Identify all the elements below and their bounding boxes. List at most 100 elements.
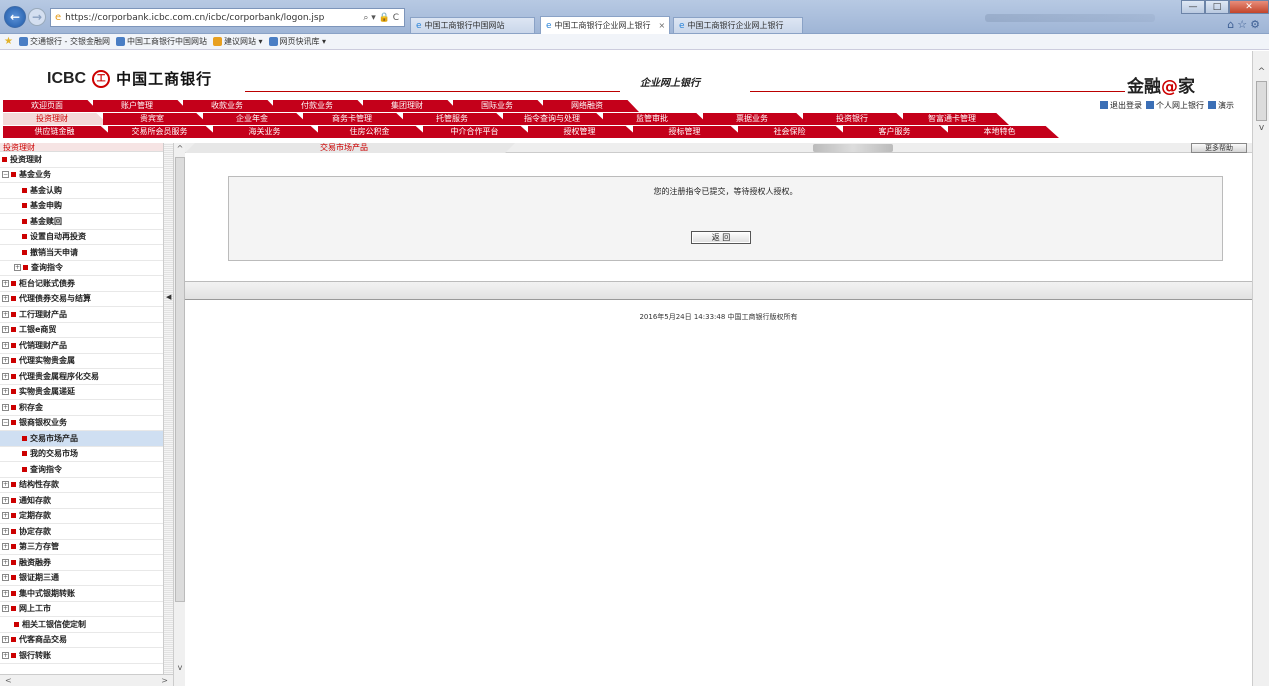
- maximize-button[interactable]: □: [1205, 0, 1229, 14]
- menu-item[interactable]: 账户管理: [93, 100, 189, 112]
- menu-item[interactable]: 监管审批: [603, 113, 709, 125]
- sidebar-item[interactable]: + 融资融券: [0, 555, 172, 571]
- expand-icon[interactable]: +: [2, 326, 9, 334]
- sidebar-item[interactable]: + 集中式银期转账: [0, 586, 172, 602]
- favorites-star-icon[interactable]: ★: [4, 36, 13, 47]
- menu-item[interactable]: 收款业务: [183, 100, 279, 112]
- sidebar-item[interactable]: + 柜台记账式债券: [0, 276, 172, 292]
- menu-item-active[interactable]: 投资理财: [3, 113, 109, 125]
- sidebar-item[interactable]: + 工行理财产品: [0, 307, 172, 323]
- menu-item[interactable]: 指令查询与处理: [503, 113, 609, 125]
- expand-icon[interactable]: +: [2, 341, 9, 349]
- menu-item[interactable]: 集团理财: [363, 100, 459, 112]
- sidebar-item[interactable]: + 代销理财产品: [0, 338, 172, 354]
- sidebar-item[interactable]: + 代客商品交易: [0, 633, 172, 648]
- close-window-button[interactable]: ✕: [1229, 0, 1269, 14]
- menu-item[interactable]: 智富通卡管理: [903, 113, 1009, 125]
- menu-item[interactable]: 网络融资: [543, 100, 639, 112]
- sidebar-item[interactable]: + 协定存款: [0, 524, 172, 540]
- menu-item[interactable]: 客户服务: [843, 126, 954, 138]
- menu-item[interactable]: 欢迎页面: [3, 100, 99, 112]
- sidebar-item[interactable]: + 实物贵金属递延: [0, 385, 172, 400]
- expand-icon[interactable]: +: [2, 388, 9, 396]
- menu-item[interactable]: 中介合作平台: [423, 126, 534, 138]
- sidebar-item[interactable]: + 代理实物贵金属: [0, 354, 172, 369]
- sidebar-item-selected[interactable]: 交易市场产品: [0, 431, 172, 447]
- address-controls[interactable]: ⌕ ▾ 🔒 C: [363, 13, 399, 23]
- expand-icon[interactable]: +: [2, 357, 9, 365]
- sidebar-item[interactable]: + 结构性存款: [0, 478, 172, 493]
- sidebar-item[interactable]: 基金申购: [0, 199, 172, 214]
- more-help-button[interactable]: 更多帮助: [1191, 143, 1247, 153]
- forward-button[interactable]: →: [28, 8, 46, 26]
- sidebar-item[interactable]: 我的交易市场: [0, 447, 172, 462]
- collapse-icon[interactable]: −: [2, 171, 9, 179]
- expand-icon[interactable]: +: [2, 295, 9, 303]
- expand-icon[interactable]: +: [2, 481, 9, 489]
- menu-item[interactable]: 供应链金融: [3, 126, 114, 138]
- menu-item[interactable]: 住房公积金: [318, 126, 429, 138]
- star-icon[interactable]: ☆: [1237, 18, 1250, 31]
- sidebar-item[interactable]: 基金认购: [0, 183, 172, 199]
- browser-tab-3[interactable]: e 中国工商银行企业网上银行: [673, 17, 803, 33]
- sidebar-item[interactable]: + 代理贵金属程序化交易: [0, 369, 172, 385]
- sidebar-item[interactable]: + 银证期三通: [0, 571, 172, 586]
- sidebar-scrollbar[interactable]: ^ v: [173, 143, 185, 686]
- sidebar-item[interactable]: 基金赎回: [0, 214, 172, 230]
- gear-icon[interactable]: ⚙: [1250, 18, 1263, 31]
- sidebar-item[interactable]: 投资理财: [0, 152, 172, 168]
- personal-banking-link[interactable]: 个人网上银行: [1146, 100, 1204, 111]
- sidebar-hscrollbar[interactable]: < >: [0, 674, 173, 686]
- sidebar-item[interactable]: 设置自动再投资: [0, 230, 172, 245]
- collapse-icon[interactable]: −: [2, 419, 9, 427]
- sidebar-item[interactable]: − 银商银权业务: [0, 416, 172, 431]
- menu-item[interactable]: 海关业务: [213, 126, 324, 138]
- page-scrollbar[interactable]: ^ v: [1252, 51, 1269, 686]
- sidebar-item[interactable]: + 通知存款: [0, 493, 172, 509]
- sidebar-item[interactable]: + 银行转账: [0, 648, 172, 664]
- expand-icon[interactable]: +: [2, 543, 9, 551]
- favorite-link-3[interactable]: 建议网站 ▾: [212, 36, 263, 47]
- scroll-left-icon[interactable]: <: [5, 675, 12, 686]
- home-icon[interactable]: ⌂: [1227, 18, 1237, 31]
- menu-item[interactable]: 交易所会员服务: [108, 126, 219, 138]
- scroll-down-icon[interactable]: v: [1253, 121, 1269, 135]
- return-button[interactable]: 返 回: [691, 231, 751, 244]
- sidebar-item[interactable]: + 查询指令: [0, 261, 172, 276]
- expand-icon[interactable]: +: [2, 651, 9, 659]
- back-button[interactable]: ←: [4, 6, 26, 28]
- favorite-link-2[interactable]: 中国工商银行中国网站: [115, 36, 207, 47]
- sidebar-item[interactable]: + 工银e商贸: [0, 323, 172, 338]
- logout-link[interactable]: 退出登录: [1100, 100, 1142, 111]
- sidebar-item[interactable]: 查询指令: [0, 462, 172, 478]
- expand-icon[interactable]: +: [2, 527, 9, 535]
- expand-icon[interactable]: +: [14, 264, 21, 272]
- sidebar-item[interactable]: + 代理债券交易与结算: [0, 292, 172, 307]
- menu-item[interactable]: 社会保险: [738, 126, 849, 138]
- scroll-thumb[interactable]: [1256, 81, 1267, 121]
- sidebar-item[interactable]: 撤销当天申请: [0, 245, 172, 261]
- menu-item[interactable]: 本地特色: [948, 126, 1059, 138]
- menu-item[interactable]: 授权管理: [528, 126, 639, 138]
- expand-icon[interactable]: +: [2, 279, 9, 287]
- sidebar-item[interactable]: + 网上工市: [0, 602, 172, 617]
- menu-item[interactable]: 贵宾室: [103, 113, 209, 125]
- minimize-button[interactable]: —: [1181, 0, 1205, 14]
- menu-item[interactable]: 托管服务: [403, 113, 509, 125]
- scroll-right-icon[interactable]: >: [161, 675, 168, 686]
- scroll-thumb[interactable]: [175, 157, 185, 602]
- expand-icon[interactable]: +: [2, 310, 9, 318]
- expand-icon[interactable]: +: [2, 605, 9, 613]
- expand-icon[interactable]: +: [2, 636, 9, 644]
- sidebar-splitter[interactable]: ◀: [163, 143, 173, 686]
- tab-close-icon[interactable]: ×: [659, 21, 666, 30]
- sidebar-item[interactable]: + 积存金: [0, 400, 172, 416]
- menu-item[interactable]: 票据业务: [703, 113, 809, 125]
- browser-tab-1[interactable]: e 中国工商银行中国网站: [410, 17, 535, 33]
- collapse-arrow-icon[interactable]: ◀: [166, 293, 171, 301]
- sidebar-item[interactable]: + 第三方存管: [0, 540, 172, 555]
- browser-tab-2[interactable]: e 中国工商银行企业网上银行 ×: [540, 16, 670, 34]
- expand-icon[interactable]: +: [2, 512, 9, 520]
- demo-link[interactable]: 演示: [1208, 100, 1234, 111]
- menu-item[interactable]: 授标管理: [633, 126, 744, 138]
